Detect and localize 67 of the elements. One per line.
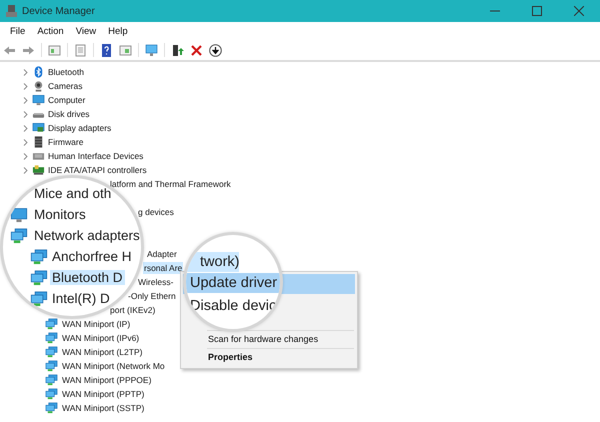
tree-item[interactable]: Intel(R) D: [50, 291, 112, 306]
monitor-icon[interactable]: [145, 44, 158, 56]
tree-item[interactable]: Human Interface Devices: [47, 150, 144, 162]
tree-item[interactable]: Adapter: [146, 248, 178, 260]
help-icon[interactable]: [100, 44, 113, 56]
tree-item[interactable]: WAN Miniport (IPv6): [61, 332, 140, 344]
bluetooth-icon: [32, 66, 45, 78]
tree-item[interactable]: WAN Miniport (Network Mo: [61, 360, 166, 372]
tree-item[interactable]: Monitors: [32, 207, 88, 222]
tree-item[interactable]: Bluetooth: [47, 66, 85, 78]
tree-item[interactable]: WAN Miniport (PPPOE): [61, 374, 152, 386]
tree-item[interactable]: Network adapters: [32, 228, 141, 243]
network-icon: [30, 290, 48, 306]
menu-item[interactable]: File: [4, 26, 32, 36]
x-icon[interactable]: [190, 44, 203, 56]
menu-item[interactable]: View: [70, 26, 102, 36]
chip-icon: [32, 136, 45, 148]
controller-card-icon: [32, 164, 45, 176]
tree-item[interactable]: WAN Miniport (SSTP): [61, 402, 146, 414]
app-icon: [6, 5, 17, 17]
forward-arrow-icon[interactable]: [22, 44, 35, 56]
close-icon[interactable]: [574, 6, 584, 16]
network-icon: [45, 388, 58, 400]
tree-item[interactable]: WAN Miniport (PPTP): [61, 388, 146, 400]
tree-item[interactable]: Bluetooth D: [50, 270, 125, 285]
network-icon: [10, 228, 28, 244]
window-icon[interactable]: [119, 44, 132, 56]
menu-item[interactable]: Scan for hardware changes: [181, 331, 357, 348]
tree-item[interactable]: Anchorfree H: [50, 249, 134, 264]
page-icon[interactable]: [74, 44, 87, 56]
tree-item[interactable]: rsonal Are: [143, 262, 184, 274]
tree-item[interactable]: Computer: [47, 94, 86, 106]
keyboard-icon: [32, 150, 45, 162]
network-icon: [45, 374, 58, 386]
tree-item[interactable]: WAN Miniport (L2TP): [61, 346, 144, 358]
tree-item[interactable]: Disk drives: [47, 108, 91, 120]
tree-item[interactable]: -Only Ethern: [127, 290, 177, 302]
monitor-icon: [10, 206, 28, 222]
tree-item[interactable]: Display adapters: [47, 122, 112, 134]
camera-icon: [32, 80, 45, 92]
display-adapter-icon: [32, 122, 45, 134]
menu-item[interactable]: Update driver: [186, 273, 280, 293]
monitor-icon: [32, 94, 45, 106]
menu-item[interactable]: Properties: [181, 349, 357, 366]
tree-item[interactable]: WAN Miniport (IP): [61, 318, 132, 330]
tree-item[interactable]: twork): [186, 252, 240, 272]
tree-item[interactable]: Wireless-: [137, 276, 174, 288]
menu-item[interactable]: Action: [31, 26, 70, 36]
tree-item[interactable]: Firmware: [47, 136, 84, 148]
network-icon: [45, 332, 58, 344]
tree-item[interactable]: IDE ATA/ATAPI controllers: [47, 164, 148, 176]
network-icon: [45, 346, 58, 358]
tree-item[interactable]: g devices: [137, 206, 175, 218]
plug-icon[interactable]: [171, 44, 184, 56]
window-title: Device Manager: [22, 6, 96, 16]
network-icon: [45, 318, 58, 330]
maximize-icon[interactable]: [532, 6, 542, 16]
tree-item[interactable]: Cameras: [47, 80, 84, 92]
network-icon: [30, 270, 48, 286]
menu-item[interactable]: Help: [102, 26, 134, 36]
network-icon: [45, 402, 58, 414]
tree-item[interactable]: port (IKEv2): [109, 304, 156, 316]
network-icon: [30, 248, 48, 264]
download-icon[interactable]: [209, 44, 222, 56]
window-icon[interactable]: [48, 44, 61, 56]
back-arrow-icon[interactable]: [3, 44, 16, 56]
network-icon: [45, 360, 58, 372]
